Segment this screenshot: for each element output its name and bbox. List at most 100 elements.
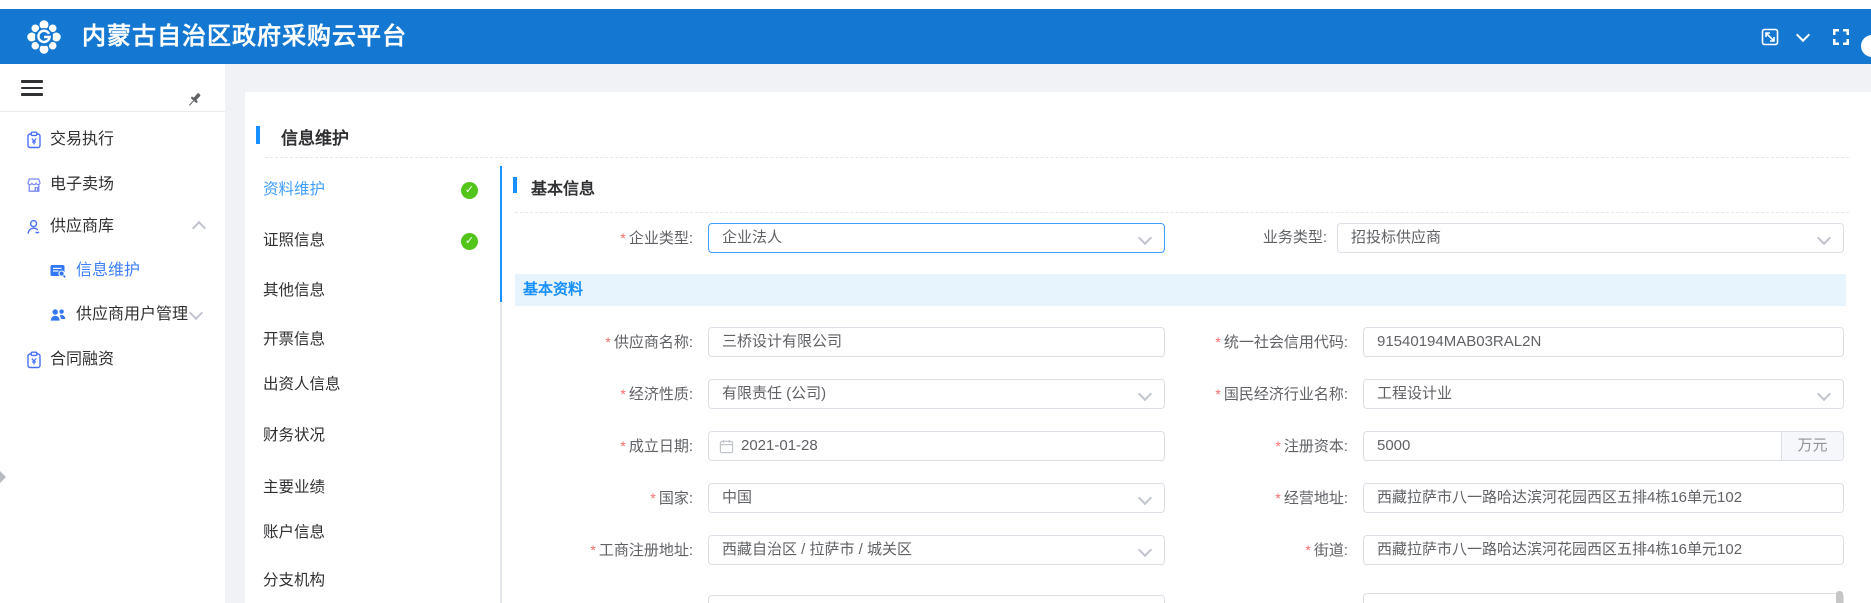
calendar-icon [719,439,734,454]
enterprise-type-select[interactable]: 企业法人 [708,223,1165,253]
required-asterisk: * [620,230,625,246]
industry-name-select[interactable]: 工程设计业 [1363,379,1844,409]
nav-item-invoice-info[interactable]: 开票信息 [263,329,423,351]
panel-expand-arrow[interactable] [0,471,6,483]
required-asterisk: * [1275,490,1280,506]
field-label: *经营地址: [1120,483,1348,513]
sidebar-item-label: 电子卖场 [50,170,114,200]
select-value: 有限责任 (公司) [722,380,1136,408]
chevron-down-icon [1817,387,1831,401]
divider [515,212,1849,213]
input-value: 2021-01-28 [741,432,1136,460]
nav-item-investor-info[interactable]: 出资人信息 [263,374,423,396]
check-complete-icon: ✓ [461,182,478,199]
field-label: *街道: [1120,535,1348,565]
sidebar-item-trade-execution[interactable]: 交易执行 [0,125,225,155]
street-input[interactable]: 西藏拉萨市八一路哈达滨河花园西区五排4栋16单元102 [1363,535,1844,565]
resize-box-icon[interactable] [1760,27,1780,47]
required-asterisk: * [620,438,625,454]
sidebar-item-label: 交易执行 [50,125,114,155]
users-icon [49,306,67,324]
avatar[interactable] [1861,35,1871,57]
next-field-partial[interactable] [708,595,1165,603]
input-value: 西藏拉萨市八一路哈达滨河花园西区五排4栋16单元102 [1377,484,1815,512]
sidebar-item-info-maintenance[interactable]: 信息维护 [0,256,225,286]
registered-capital-input[interactable]: 5000 万元 [1363,431,1844,461]
title-accent-bar [256,126,260,144]
menu-collapse-icon[interactable] [21,76,43,98]
input-value: 三桥设计有限公司 [722,328,1136,356]
nav-item-account-info[interactable]: 账户信息 [263,522,423,544]
page-title: 信息维护 [281,124,349,149]
platform-logo-icon [25,18,63,56]
sidebar-item-label: 合同融资 [50,345,114,375]
field-label: *成立日期: [510,431,693,461]
credit-code-input[interactable]: 91540194MAB03RAL2N [1363,327,1844,357]
field-label: *国家: [510,483,693,513]
scrollbar-thumb[interactable] [1836,591,1843,603]
sidebar-item-supplier-user-management[interactable]: 供应商用户管理 [0,300,225,330]
chevron-down-icon [189,306,203,320]
next-field-partial[interactable] [1363,593,1844,603]
input-value: 西藏拉萨市八一路哈达滨河花园西区五排4栋16单元102 [1377,536,1815,564]
required-asterisk: * [590,542,595,558]
sidebar-item-label: 供应商用户管理 [76,300,188,330]
sidebar-topbar [0,64,225,112]
field-label: 业务类型: [1140,223,1327,253]
country-select[interactable]: 中国 [708,483,1165,513]
header-bar: 内蒙古自治区政府采购云平台 [0,9,1871,64]
nav-item-branch-info[interactable]: 分支机构 [263,570,423,592]
input-value: 5000 [1377,432,1773,460]
sidebar-item-contract-financing[interactable]: 合同融资 [0,345,225,375]
required-asterisk: * [1215,334,1220,350]
document-search-icon [49,262,67,280]
field-label: *经济性质: [510,379,693,409]
required-asterisk: * [1215,386,1220,402]
required-asterisk: * [605,334,610,350]
required-asterisk: * [620,386,625,402]
required-asterisk: * [650,490,655,506]
nav-item-major-performance[interactable]: 主要业绩 [263,477,423,499]
nav-item-data-maintenance[interactable]: 资料维护 [263,179,423,201]
field-label: *统一社会信用代码: [1120,327,1348,357]
supplier-name-input[interactable]: 三桥设计有限公司 [708,327,1165,357]
chevron-down-icon[interactable] [1796,28,1810,42]
capital-unit-suffix: 万元 [1781,432,1843,460]
business-type-select[interactable]: 招投标供应商 [1337,223,1844,253]
field-label: *工商注册地址: [510,535,693,565]
chevron-down-icon [1817,231,1831,245]
select-value: 中国 [722,484,1136,512]
nav-item-license-info[interactable]: 证照信息 [263,230,423,252]
subsection-header: 基本资料 [515,274,1846,306]
nav-item-financial-status[interactable]: 财务状况 [263,425,423,447]
clipboard-yen-icon [25,131,43,149]
user-icon [25,218,43,236]
field-label: *供应商名称: [510,327,693,357]
establish-date-input[interactable]: 2021-01-28 [708,431,1165,461]
sidebar-item-e-marketplace[interactable]: 电子卖场 [0,170,225,200]
section-timeline [500,302,502,603]
required-asterisk: * [1305,542,1310,558]
select-value: 企业法人 [722,224,1136,252]
sidebar-item-label: 信息维护 [76,256,140,286]
business-address-input[interactable]: 西藏拉萨市八一路哈达滨河花园西区五排4栋16单元102 [1363,483,1844,513]
chevron-up-icon [192,221,206,235]
input-value: 91540194MAB03RAL2N [1377,328,1815,356]
registration-address-cascader[interactable]: 西藏自治区 / 拉萨市 / 城关区 [708,535,1165,565]
section-accent-bar [513,177,517,193]
check-complete-icon: ✓ [461,233,478,250]
field-label: *企业类型: [510,223,693,253]
pin-icon[interactable] [186,91,203,108]
sidebar: 交易执行 电子卖场 供应商库 信息维护 [0,64,225,603]
nav-item-other-info[interactable]: 其他信息 [263,280,423,302]
sidebar-item-supplier-library[interactable]: 供应商库 [0,212,225,242]
app-window: 内蒙古自治区政府采购云平台 [0,0,1871,603]
required-asterisk: * [1275,438,1280,454]
field-label: *国民经济行业名称: [1120,379,1348,409]
section-title: 基本信息 [531,175,595,199]
select-value: 招投标供应商 [1351,224,1815,252]
fullscreen-icon[interactable] [1831,27,1851,47]
sidebar-item-label: 供应商库 [50,212,114,242]
divider [265,157,1849,158]
economic-nature-select[interactable]: 有限责任 (公司) [708,379,1165,409]
